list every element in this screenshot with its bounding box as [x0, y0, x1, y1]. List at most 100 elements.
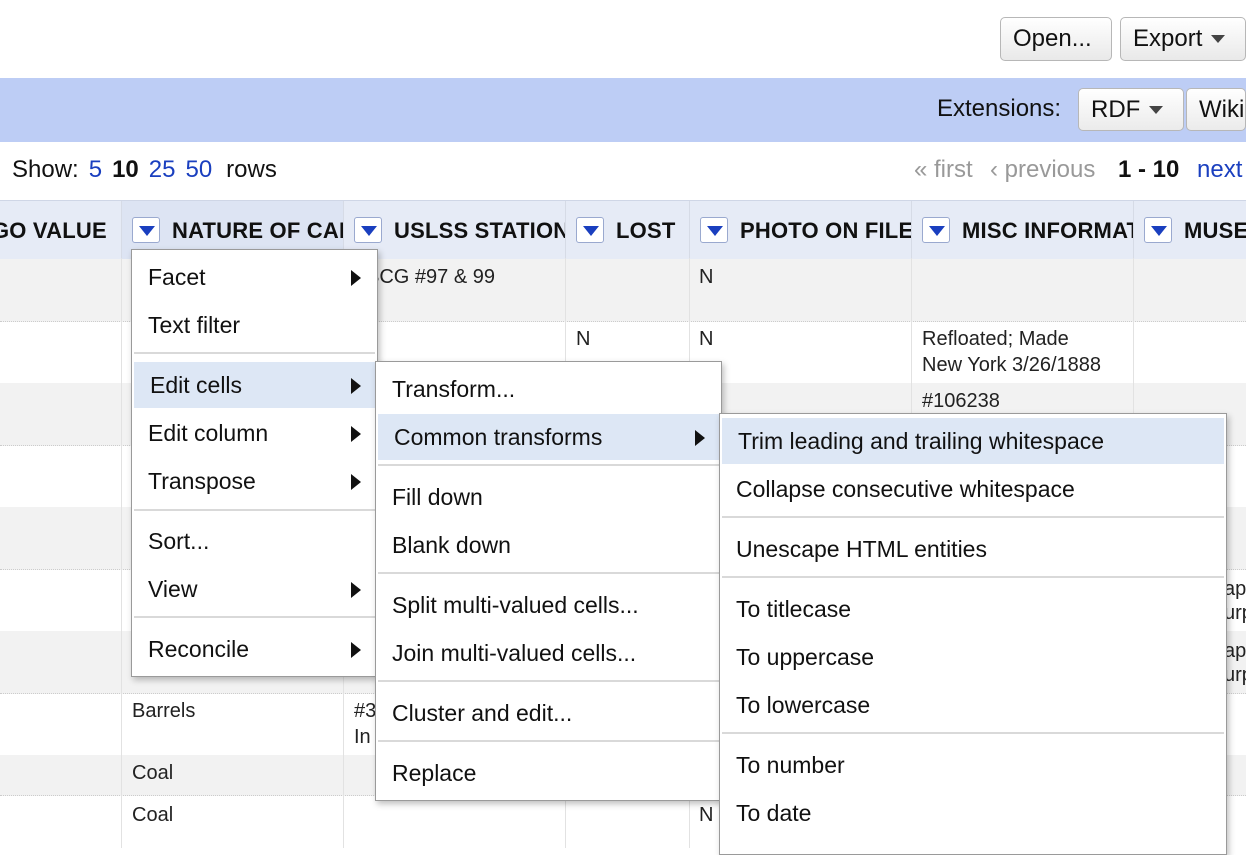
edit-cells-menu: Transform... Common transforms Fill down… [375, 361, 722, 801]
column-header-label: PHOTO ON FILE [740, 218, 911, 243]
column-header-photo-on-file: PHOTO ON FILE [689, 201, 911, 259]
chevron-right-icon [351, 582, 361, 598]
page-size-5[interactable]: 5 [89, 156, 102, 183]
table-cell: Barrels [132, 700, 196, 722]
menu-item-label: Fill down [392, 484, 483, 510]
menu-item-collapse-whitespace[interactable]: Collapse consecutive whitespace [720, 466, 1226, 512]
column-header-label: MISC INFORMATION [962, 218, 1133, 243]
menu-item-label: Edit cells [150, 372, 243, 398]
menu-item-blank-down[interactable]: Blank down [376, 522, 721, 568]
menu-item-label: Common transforms [394, 424, 603, 450]
table-cell: #106238 [922, 390, 1000, 412]
menu-item-trim-whitespace[interactable]: Trim leading and trailing whitespace [722, 418, 1224, 464]
export-button-label: Export [1133, 25, 1203, 52]
chevron-right-icon [695, 430, 705, 446]
menu-separator [722, 732, 1224, 734]
column-dropdown-icon[interactable] [700, 217, 728, 243]
menu-item-label: Sort... [148, 528, 210, 554]
extensions-label: Extensions: [937, 95, 1062, 122]
menu-item-join-multi-valued-cells[interactable]: Join multi-valued cells... [376, 630, 721, 676]
menu-item-replace[interactable]: Replace [376, 750, 721, 796]
chevron-right-icon [351, 474, 361, 490]
chevron-right-icon [351, 642, 361, 658]
menu-item-label: Facet [148, 264, 206, 290]
menu-item-label: To titlecase [736, 596, 852, 622]
chevron-right-icon [351, 378, 361, 394]
menu-separator [134, 352, 375, 354]
menu-item-label: Join multi-valued cells... [392, 640, 637, 666]
table-cell: apl [1224, 640, 1246, 662]
table-cell: In [354, 726, 371, 748]
page-size-10: 10 [112, 156, 139, 183]
menu-item-unescape-html[interactable]: Unescape HTML entities [720, 526, 1226, 572]
menu-item-cluster-and-edit[interactable]: Cluster and edit... [376, 690, 721, 736]
menu-item-label: Blank down [392, 532, 511, 558]
menu-item-label: Transform... [392, 376, 516, 402]
menu-item-label: To lowercase [736, 692, 871, 718]
menu-separator [378, 680, 719, 682]
common-transforms-menu: Trim leading and trailing whitespace Col… [719, 413, 1227, 855]
next-page-link[interactable]: next [1197, 156, 1242, 184]
menu-separator [134, 616, 375, 618]
menu-item-label: Collapse consecutive whitespace [736, 476, 1075, 502]
table-cell: #3 [354, 700, 377, 722]
menu-item-label: Split multi-valued cells... [392, 592, 639, 618]
column-header-label: GO VALUE [0, 218, 107, 243]
wiki-button-label: Wiki [1199, 95, 1245, 123]
menu-item-fill-down[interactable]: Fill down [376, 474, 721, 520]
menu-item-facet[interactable]: Facet [132, 254, 377, 300]
menu-item-label: Reconcile [148, 636, 249, 662]
menu-item-transform[interactable]: Transform... [376, 366, 721, 412]
table-cell: apl [1224, 578, 1246, 600]
menu-item-label: Unescape HTML entities [736, 536, 987, 562]
menu-separator [134, 509, 375, 511]
table-cell: urp [1224, 602, 1246, 624]
column-header-misc-information: MISC INFORMATION [911, 201, 1133, 259]
rows-label: rows [226, 156, 277, 183]
menu-item-reconcile[interactable]: Reconcile [132, 626, 377, 672]
table-cell: Refloated; Made [922, 328, 1069, 350]
chevron-right-icon [351, 270, 361, 286]
column-dropdown-icon[interactable] [354, 217, 382, 243]
rdf-button-label: RDF [1091, 95, 1141, 123]
menu-item-label: To date [736, 800, 812, 826]
rdf-button[interactable]: RDF [1078, 88, 1184, 131]
menu-item-sort[interactable]: Sort... [132, 518, 377, 564]
column-header-museum: MUSEUM [1133, 201, 1246, 259]
menu-item-to-date[interactable]: To date [720, 790, 1226, 836]
menu-item-label: To number [736, 752, 845, 778]
menu-item-to-titlecase[interactable]: To titlecase [720, 586, 1226, 632]
table-cell: N [699, 328, 714, 350]
menu-item-text-filter[interactable]: Text filter [132, 302, 377, 348]
menu-item-to-number[interactable]: To number [720, 742, 1226, 788]
export-button[interactable]: Export [1120, 17, 1246, 61]
page-size-50[interactable]: 50 [185, 156, 212, 183]
menu-item-label: Cluster and edit... [392, 700, 573, 726]
column-dropdown-icon[interactable] [132, 217, 160, 243]
menu-item-to-lowercase[interactable]: To lowercase [720, 682, 1226, 728]
table-cell: Coal [132, 762, 174, 784]
menu-separator [378, 572, 719, 574]
menu-item-common-transforms[interactable]: Common transforms [378, 414, 719, 460]
open-button-label: Open... [1013, 25, 1092, 52]
menu-item-split-multi-valued-cells[interactable]: Split multi-valued cells... [376, 582, 721, 628]
menu-item-to-uppercase[interactable]: To uppercase [720, 634, 1226, 680]
page-size-25[interactable]: 25 [149, 156, 176, 183]
column-dropdown-icon[interactable] [576, 217, 604, 243]
menu-item-view[interactable]: View [132, 566, 377, 612]
menu-separator [378, 740, 719, 742]
menu-item-edit-column[interactable]: Edit column [132, 410, 377, 456]
menu-item-label: To uppercase [736, 644, 875, 670]
wiki-button[interactable]: Wiki [1186, 88, 1246, 131]
menu-item-edit-cells[interactable]: Edit cells [134, 362, 375, 408]
open-button[interactable]: Open... [1000, 17, 1112, 61]
column-header-cargo-value: GO VALUE [0, 201, 122, 259]
show-label: Show: [12, 156, 79, 183]
chevron-down-icon [1149, 105, 1164, 114]
previous-page-link: ‹ previous [990, 156, 1096, 183]
menu-item-transpose[interactable]: Transpose [132, 458, 377, 504]
page-size-selector: Show: 5 10 25 50 rows [12, 156, 277, 184]
column-dropdown-icon[interactable] [1144, 217, 1172, 243]
column-dropdown-icon[interactable] [922, 217, 950, 243]
menu-item-label: Trim leading and trailing whitespace [738, 428, 1105, 454]
